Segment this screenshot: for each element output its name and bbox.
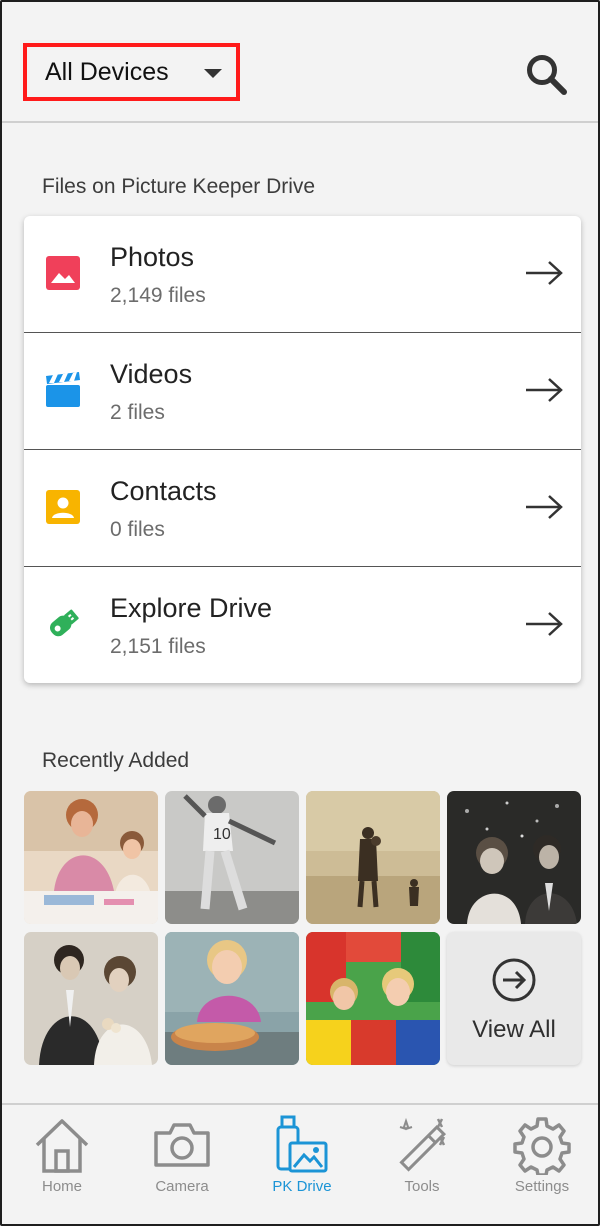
arrow-right-icon	[526, 261, 563, 285]
file-category-list: Photos 2,149 files Videos 2 files Contac…	[24, 216, 581, 683]
tab-home[interactable]: Home	[2, 1105, 122, 1224]
videos-label: Videos	[110, 359, 193, 389]
svg-text:10: 10	[213, 826, 231, 843]
recent-photo-thumbnail[interactable]	[447, 791, 581, 924]
arrow-right-icon	[526, 378, 563, 402]
recent-section-title: Recently Added	[42, 749, 190, 772]
arrow-right-icon	[526, 495, 563, 519]
photos-count: 2,149 files	[110, 284, 206, 307]
view-all-button[interactable]: View All	[447, 932, 581, 1065]
photos-row[interactable]: Photos 2,149 files	[24, 216, 581, 333]
arrow-right-icon	[526, 612, 563, 636]
tab-pk-drive[interactable]: PK Drive	[242, 1105, 362, 1224]
magic-wand-icon	[399, 1117, 447, 1172]
gear-icon	[513, 1117, 571, 1175]
tab-home-label: Home	[41, 1178, 82, 1195]
app-screen: All Devices Files on Picture Keeper Driv…	[0, 0, 600, 1226]
camera-icon	[154, 1123, 210, 1167]
bottom-tab-bar: Home Camera PK Drive Tools Settings	[2, 1103, 598, 1224]
kids-in-play-area-photo	[306, 932, 440, 1065]
tab-camera-label: Camera	[155, 1178, 209, 1195]
photo-icon	[46, 256, 80, 290]
pk-drive-icon	[276, 1115, 328, 1173]
explore-drive-count: 2,151 files	[110, 635, 206, 658]
videos-count: 2 files	[110, 401, 165, 424]
recent-photo-thumbnail[interactable]	[24, 791, 158, 924]
home-icon	[35, 1119, 89, 1173]
arrow-circle-right-icon	[492, 958, 536, 1002]
device-dropdown[interactable]: All Devices	[23, 43, 240, 101]
top-bar: All Devices	[2, 2, 598, 123]
father-and-child-at-beach-photo	[306, 791, 440, 924]
vintage-football-player-photo: 10	[165, 791, 299, 924]
recent-photo-thumbnail[interactable]	[306, 791, 440, 924]
contacts-count: 0 files	[110, 518, 165, 541]
vintage-couple-laughing-photo	[447, 791, 581, 924]
contact-icon	[46, 490, 80, 524]
mother-and-child-crafting-photo	[24, 791, 158, 924]
contacts-row[interactable]: Contacts 0 files	[24, 450, 581, 567]
tab-settings-label: Settings	[514, 1178, 570, 1195]
recent-photo-thumbnail[interactable]	[165, 932, 299, 1065]
tab-settings[interactable]: Settings	[482, 1105, 598, 1224]
view-all-label: View All	[472, 1016, 556, 1043]
clapperboard-icon	[46, 372, 80, 407]
tab-tools[interactable]: Tools	[362, 1105, 482, 1224]
contacts-label: Contacts	[110, 476, 217, 506]
device-dropdown-label: All Devices	[45, 57, 169, 86]
explore-drive-label: Explore Drive	[110, 593, 273, 623]
files-section-title: Files on Picture Keeper Drive	[42, 175, 316, 198]
toddler-with-pie-photo	[165, 932, 299, 1065]
recent-photo-thumbnail[interactable]: 10	[165, 791, 299, 924]
tab-camera[interactable]: Camera	[122, 1105, 242, 1224]
recent-photo-thumbnail[interactable]	[24, 932, 158, 1065]
explore-drive-row[interactable]: Explore Drive 2,151 files	[24, 567, 581, 683]
photos-label: Photos	[110, 242, 195, 272]
usb-drive-icon	[49, 609, 79, 637]
chevron-down-icon	[204, 69, 222, 78]
search-icon	[527, 55, 567, 95]
vintage-wedding-couple-photo	[24, 932, 158, 1065]
videos-row[interactable]: Videos 2 files	[24, 333, 581, 450]
tab-tools-label: Tools	[404, 1178, 440, 1195]
tab-pk-drive-label: PK Drive	[272, 1178, 332, 1195]
recent-photo-thumbnail[interactable]	[306, 932, 440, 1065]
search-button[interactable]	[522, 52, 570, 96]
